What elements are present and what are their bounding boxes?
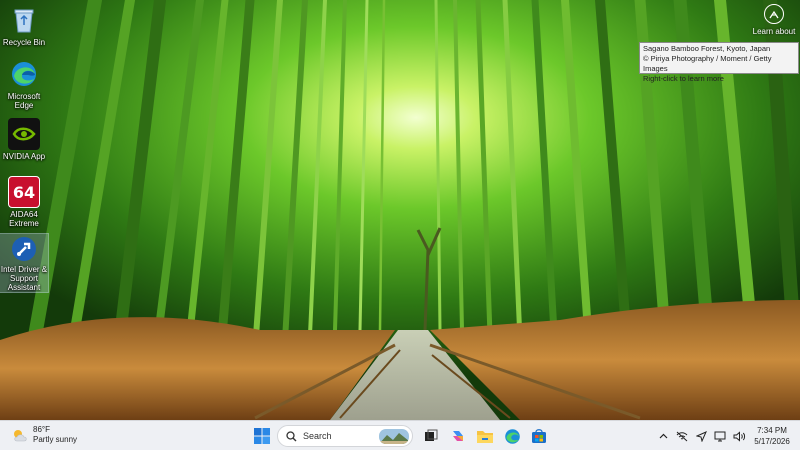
desktop-icon-label: Recycle Bin <box>2 38 46 47</box>
partly-sunny-icon <box>14 430 27 442</box>
network-off-icon <box>676 431 688 441</box>
intel-dsa-icon <box>8 234 40 263</box>
tooltip-location: Sagano Bamboo Forest, Kyoto, Japan <box>643 44 771 53</box>
location-icon <box>695 430 707 442</box>
weather-widget[interactable]: 86°F Partly sunny <box>12 425 77 445</box>
display-icon <box>714 431 726 441</box>
network-button[interactable] <box>674 424 690 448</box>
edge-icon <box>504 428 520 444</box>
location-button[interactable] <box>693 424 709 448</box>
desktop-icon-intel-dsa[interactable]: Intel Driver & Support Assistant <box>0 233 49 293</box>
wallpaper-info-tooltip: Sagano Bamboo Forest, Kyoto, Japan © Pir… <box>639 42 799 83</box>
desktop-icon-nvidia[interactable]: NVIDIA App <box>0 118 48 161</box>
tooltip-hint: Right-click to learn more <box>643 74 724 83</box>
aida64-icon: 64 <box>8 176 40 208</box>
file-explorer-icon <box>477 430 493 443</box>
desktop-icon-label: Intel Driver & Support Assistant <box>0 265 48 292</box>
copilot-icon <box>453 431 463 441</box>
system-tray <box>655 424 750 448</box>
file-explorer-button[interactable] <box>473 424 497 448</box>
taskbar-center: Search <box>250 424 554 448</box>
nvidia-icon <box>8 118 40 150</box>
search-icon <box>286 430 297 441</box>
copilot-button[interactable] <box>446 424 470 448</box>
task-view-button[interactable] <box>419 424 443 448</box>
desktop-icon-recycle-bin[interactable]: Recycle Bin <box>0 4 48 47</box>
task-view-icon <box>425 429 438 441</box>
clock-time: 7:34 PM <box>757 426 787 435</box>
store-button[interactable] <box>527 424 551 448</box>
search-placeholder: Search <box>303 431 332 441</box>
clock-date: 5/17/2026 <box>754 437 790 446</box>
desktop-icon-aida64[interactable]: 64 AIDA64 Extreme <box>0 176 48 228</box>
learn-about-label: Learn about <box>752 27 796 36</box>
recycle-bin-icon <box>8 4 40 36</box>
camera-lens-icon <box>764 4 784 24</box>
search-highlight-image <box>379 429 409 444</box>
edge-taskbar-button[interactable] <box>500 424 524 448</box>
aida64-badge: 64 <box>12 182 36 202</box>
clock-button[interactable]: 7:34 PM 5/17/2026 <box>748 425 796 447</box>
edge-icon <box>8 58 40 90</box>
taskbar: 86°F Partly sunny Search 7:34 PM 5/17/20… <box>0 420 800 450</box>
start-button[interactable] <box>250 424 274 448</box>
desktop-icon-label: Microsoft Edge <box>7 92 41 110</box>
desktop-icon-edge[interactable]: Microsoft Edge <box>0 58 48 110</box>
learn-about-picture-button[interactable]: Learn about <box>752 4 796 36</box>
desktop-icon-label: AIDA64 Extreme <box>9 210 39 228</box>
weather-temp: 86°F <box>33 425 50 434</box>
store-icon <box>532 429 546 443</box>
volume-icon <box>733 430 745 442</box>
show-hidden-icons-button[interactable] <box>655 424 671 448</box>
volume-button[interactable] <box>731 424 747 448</box>
taskbar-search-box[interactable]: Search <box>277 425 413 447</box>
tooltip-credit: © Piriya Photography / Moment / Getty Im… <box>643 54 772 73</box>
desktop-icon-label: NVIDIA App <box>2 152 46 161</box>
display-button[interactable] <box>712 424 728 448</box>
weather-condition: Partly sunny <box>33 435 78 444</box>
chevron-up-icon <box>659 433 667 439</box>
start-icon <box>254 428 270 444</box>
